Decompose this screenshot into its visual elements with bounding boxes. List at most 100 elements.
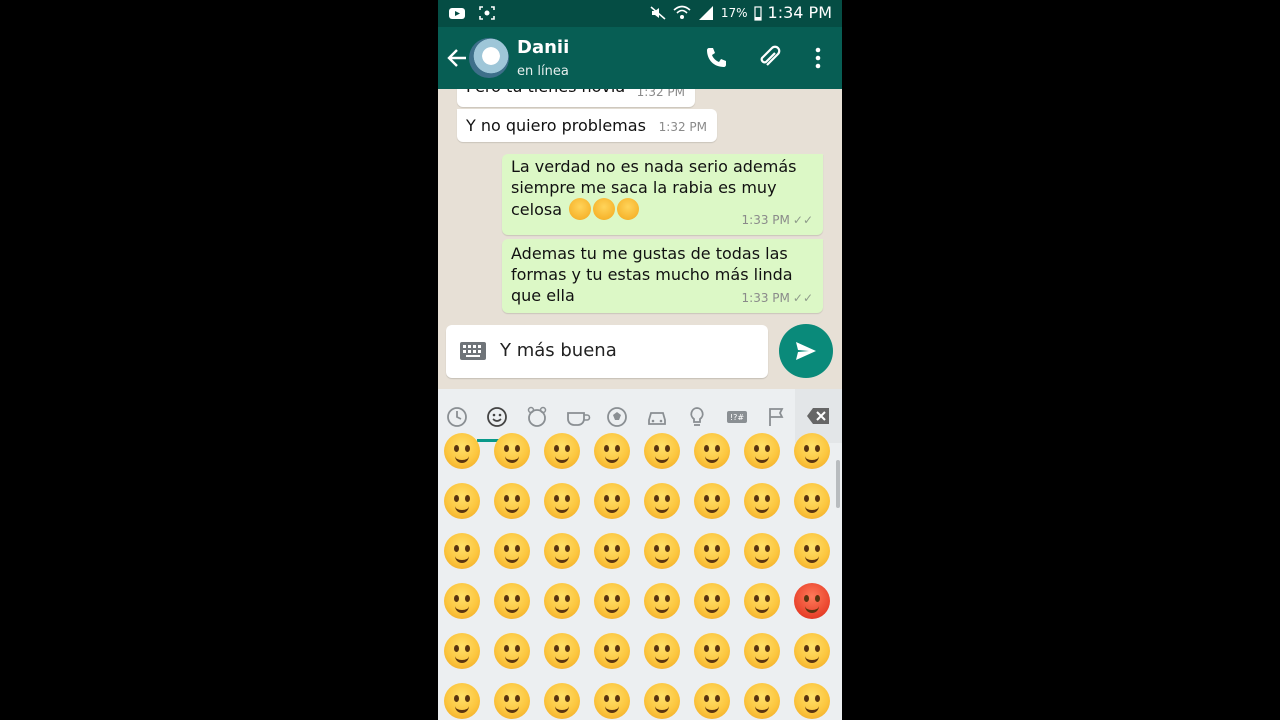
send-button[interactable] <box>779 324 833 378</box>
emoji-mouth <box>705 655 719 663</box>
emoji-key[interactable] <box>744 433 780 469</box>
emoji-key[interactable] <box>544 433 580 469</box>
emoji-key[interactable] <box>544 633 580 669</box>
animals-icon[interactable] <box>525 405 549 429</box>
message-input[interactable]: Y más buena <box>446 325 768 378</box>
attach-icon[interactable] <box>757 45 783 71</box>
flags-icon[interactable] <box>765 405 789 429</box>
unamused-face-icon <box>617 198 640 220</box>
emoji-key[interactable] <box>644 583 680 619</box>
activity-icon[interactable] <box>605 405 629 429</box>
emoji-mouth <box>655 555 669 563</box>
message-bubble[interactable]: Ademas tu me gustas de todas las formas … <box>502 239 823 313</box>
emoji-mouth <box>755 705 769 713</box>
emoji-key[interactable] <box>744 483 780 519</box>
emoji-key[interactable] <box>744 583 780 619</box>
keyboard-icon[interactable] <box>460 342 486 360</box>
emoji-key[interactable] <box>694 633 730 669</box>
emoji-mouth <box>605 505 619 513</box>
emoji-key[interactable] <box>494 533 530 569</box>
emoji-mouth <box>505 555 519 563</box>
emoji-mouth <box>555 455 569 463</box>
emoji-key[interactable] <box>594 433 630 469</box>
emoji-grid[interactable] <box>438 433 842 720</box>
emoji-mouth <box>705 605 719 613</box>
call-icon[interactable] <box>703 45 729 71</box>
emoji-key[interactable] <box>494 583 530 619</box>
message-bubble[interactable]: Y no quiero problemas 1:32 PM <box>457 109 717 142</box>
emoji-mouth <box>655 655 669 663</box>
emoji-key[interactable] <box>544 483 580 519</box>
emoji-mouth <box>655 455 669 463</box>
avatar[interactable] <box>469 38 509 78</box>
emoji-key[interactable] <box>594 683 630 719</box>
emoji-key[interactable] <box>444 583 480 619</box>
emoji-mouth <box>455 705 469 713</box>
emoji-key[interactable] <box>744 633 780 669</box>
emoji-key[interactable] <box>694 583 730 619</box>
travel-icon[interactable] <box>645 405 669 429</box>
emoji-key[interactable] <box>644 633 680 669</box>
emoji-key[interactable] <box>594 483 630 519</box>
emoji-mouth <box>705 455 719 463</box>
emoji-mouth <box>805 455 819 463</box>
emoji-key[interactable] <box>444 533 480 569</box>
emoji-key[interactable] <box>794 583 830 619</box>
emoji-key[interactable] <box>644 683 680 719</box>
emoji-key[interactable] <box>644 433 680 469</box>
emoji-key[interactable] <box>494 433 530 469</box>
emoji-key[interactable] <box>744 683 780 719</box>
unamused-face-icon <box>593 198 616 220</box>
emoji-key[interactable] <box>794 483 830 519</box>
emoji-mouth <box>455 505 469 513</box>
emoji-key[interactable] <box>744 533 780 569</box>
emoji-key[interactable] <box>444 683 480 719</box>
smileys-icon[interactable] <box>485 405 509 429</box>
contact-name[interactable]: Danii <box>517 37 569 58</box>
message-time-text: 1:33 PM <box>741 213 790 227</box>
emoji-key[interactable] <box>594 533 630 569</box>
emoji-key[interactable] <box>794 683 830 719</box>
symbols-icon[interactable]: !?# <box>725 405 749 429</box>
more-options-icon[interactable] <box>805 45 831 71</box>
emoji-mouth <box>605 655 619 663</box>
emoji-key[interactable] <box>444 483 480 519</box>
recent-icon[interactable] <box>445 405 469 429</box>
emoji-key[interactable] <box>644 533 680 569</box>
emoji-key[interactable] <box>444 433 480 469</box>
emoji-key[interactable] <box>494 483 530 519</box>
emoji-key[interactable] <box>494 633 530 669</box>
emoji-key[interactable] <box>794 433 830 469</box>
emoji-key[interactable] <box>544 583 580 619</box>
emoji-scrollbar[interactable] <box>836 460 840 508</box>
emoji-mouth <box>505 605 519 613</box>
emoji-mouth <box>605 455 619 463</box>
back-arrow-icon[interactable] <box>446 47 468 69</box>
objects-icon[interactable] <box>685 405 709 429</box>
emoji-key[interactable] <box>694 533 730 569</box>
emoji-key[interactable] <box>544 683 580 719</box>
emoji-mouth <box>655 605 669 613</box>
emoji-key[interactable] <box>694 683 730 719</box>
message-bubble[interactable]: Pero tu tienes novia 1:32 PM <box>457 89 695 107</box>
emoji-key[interactable] <box>794 633 830 669</box>
emoji-mouth <box>605 605 619 613</box>
clock: 1:34 PM <box>767 3 832 22</box>
emoji-key[interactable] <box>644 483 680 519</box>
emoji-mouth <box>455 605 469 613</box>
message-bubble[interactable]: La verdad no es nada serio además siempr… <box>502 154 823 235</box>
emoji-key[interactable] <box>494 683 530 719</box>
emoji-key[interactable] <box>544 533 580 569</box>
emoji-mouth <box>805 505 819 513</box>
emoji-key[interactable] <box>794 533 830 569</box>
emoji-key[interactable] <box>694 483 730 519</box>
emoji-key[interactable] <box>444 633 480 669</box>
emoji-key[interactable] <box>694 433 730 469</box>
food-icon[interactable] <box>565 405 591 429</box>
emoji-mouth <box>505 455 519 463</box>
emoji-key[interactable] <box>594 633 630 669</box>
message-time: 1:32 PM <box>658 120 707 134</box>
emoji-mouth <box>705 705 719 713</box>
contact-status: en línea <box>517 64 569 79</box>
emoji-key[interactable] <box>594 583 630 619</box>
